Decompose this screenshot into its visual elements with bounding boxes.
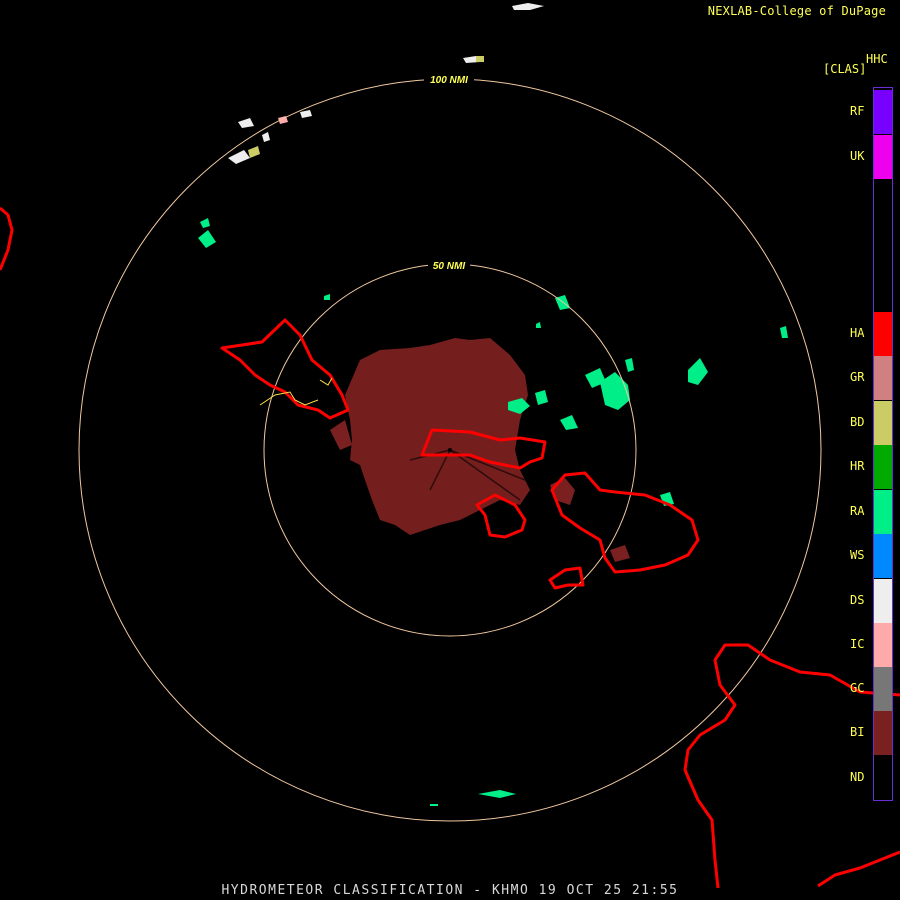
legend-swatch-ds (874, 579, 892, 623)
range-ring-label-100: 100 NMI (430, 75, 468, 86)
legend-label-ic: IC (850, 637, 865, 651)
radar-site-marker (448, 448, 452, 452)
map-caption: HYDROMETEOR CLASSIFICATION - KHMO 19 OCT… (221, 883, 679, 898)
outline-far-west (0, 206, 14, 271)
legend-swatch-hr (874, 445, 892, 489)
legend-label-bi: BI (850, 725, 865, 739)
legend-label-ha: HA (850, 326, 865, 340)
warning-outlines (0, 206, 900, 889)
biological-echo-region (330, 338, 630, 562)
legend-swatch-rf (874, 90, 892, 134)
credit-label: NEXLAB-College of DuPage (707, 4, 886, 18)
legend-swatch-gc (874, 667, 892, 711)
legend-label-hr: HR (850, 459, 865, 473)
radar-map: 100 NMI 50 NMI (0, 3, 900, 889)
legend-label-ws: WS (850, 548, 865, 562)
rain-echoes (198, 218, 788, 806)
legend-label-uk: UK (850, 149, 865, 163)
legend-label-nd: ND (850, 770, 865, 784)
dry-snow-echoes (228, 3, 544, 164)
outline-southeast-border (683, 643, 900, 889)
legend-swatch-uk (874, 135, 892, 179)
legend-swatch-ws (874, 534, 892, 578)
outline-west (220, 318, 350, 420)
legend-swatch-gr (874, 356, 892, 400)
legend-label-bd: BD (850, 415, 865, 429)
outline-small-southeast (548, 566, 585, 590)
legend-swatch-ha (874, 312, 892, 356)
legend-swatch-ic (874, 623, 892, 667)
legend-subtitle: [CLAS] (823, 62, 867, 76)
legend-label-rf: RF (850, 104, 865, 118)
outline-bottom-right (817, 850, 900, 888)
big-drops-echoes (248, 56, 484, 158)
legend-swatch-bi (874, 711, 892, 755)
legend-label-ra: RA (850, 504, 865, 518)
legend-swatch-ra (874, 490, 892, 534)
legend-label-gr: GR (850, 370, 865, 384)
legend-color-bar (873, 87, 893, 801)
legend-label-gc: GC (850, 681, 865, 695)
legend-product-code: HHC (866, 52, 888, 66)
range-ring-label-50: 50 NMI (433, 261, 465, 272)
legend-label-ds: DS (850, 593, 865, 607)
legend-swatch-bd (874, 401, 892, 445)
